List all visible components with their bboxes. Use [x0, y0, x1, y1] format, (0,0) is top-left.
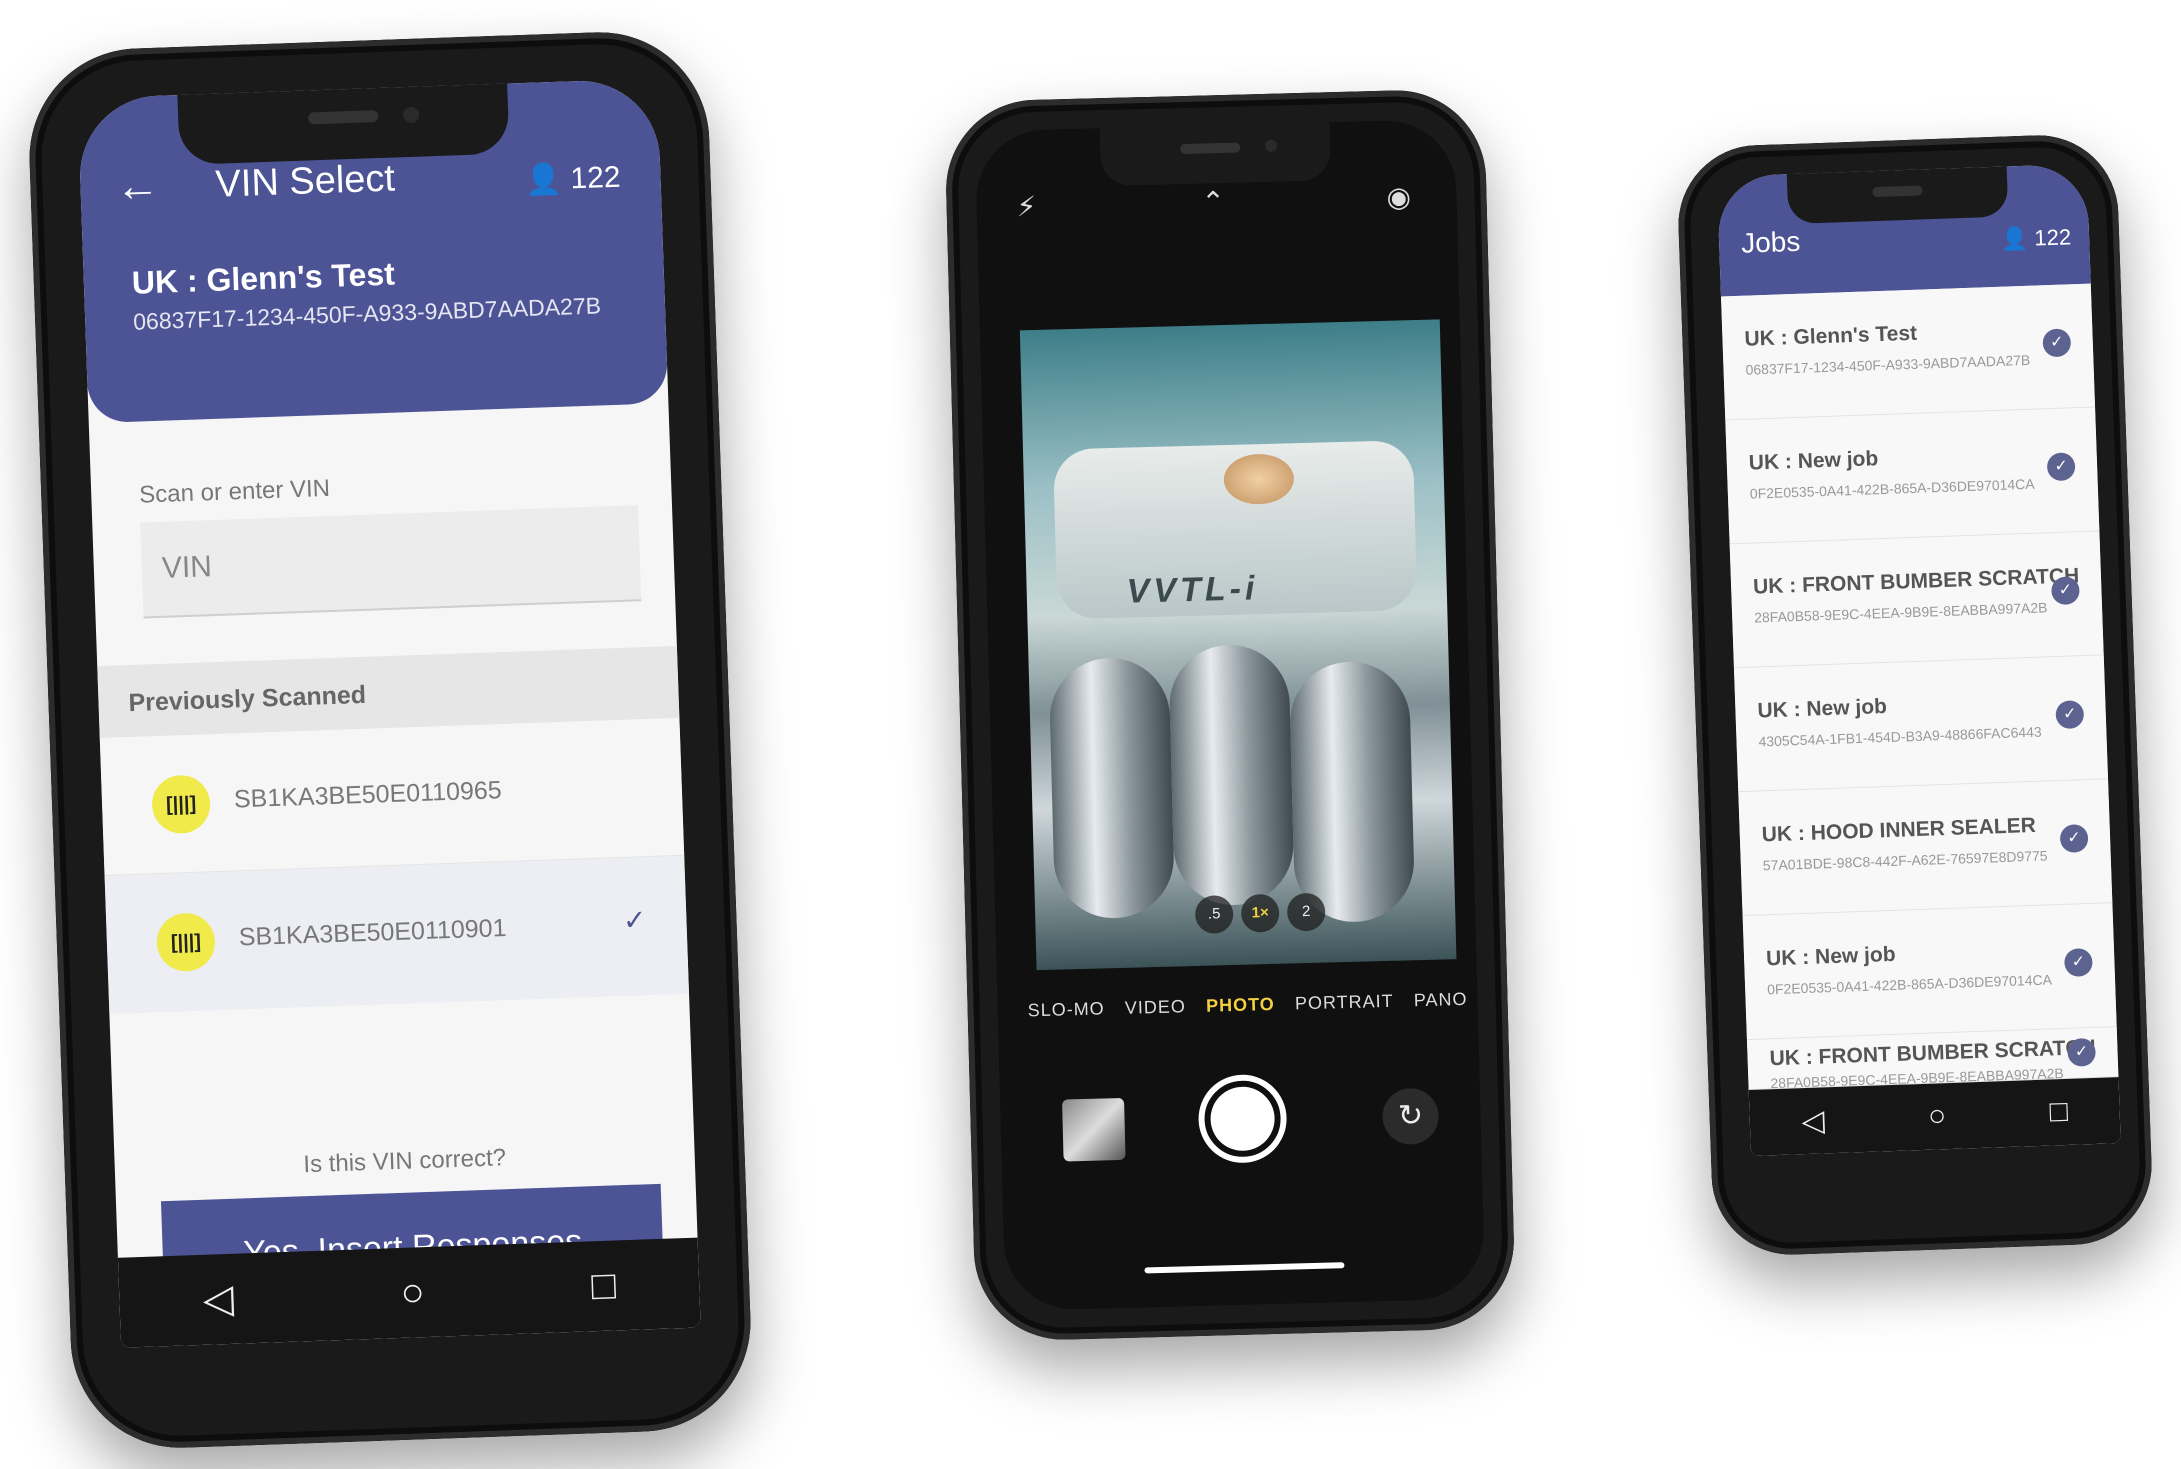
job-item[interactable]: UK : Glenn's Test 06837F17-1234-450F-A93…	[1720, 283, 2096, 421]
mode-video[interactable]: VIDEO	[1125, 996, 1187, 1019]
job-id: 28FA0B58-9E9C-4EEA-9B9E-8EABBA997A2B	[1753, 599, 2048, 626]
check-icon: ✓	[2042, 328, 2072, 358]
shutter-button[interactable]	[1197, 1073, 1288, 1164]
phone-camera: ⚡ ⌃ ◉ VVTL-i .5 1× 2 SLO-MO VIDEO PHOTO …	[943, 88, 1517, 1342]
check-icon: ✓	[2050, 576, 2080, 606]
scan-label: Scan or enter VIN	[138, 474, 331, 509]
confirm-question: Is this VIN correct?	[302, 1144, 507, 1179]
vin-input[interactable]: VIN	[140, 505, 642, 619]
intake-pipe	[1288, 660, 1416, 924]
job-name: UK : New job	[1748, 447, 1879, 475]
nav-recents-icon[interactable]: □	[2049, 1095, 2068, 1130]
job-id: 4305C54A-1FB1-454D-B3A9-48866FAC6443	[1758, 723, 2042, 750]
job-name: UK : Glenn's Test	[1744, 321, 1918, 351]
user-icon: 👤	[2000, 225, 2029, 252]
job-id: 0F2E0535-0A41-422B-865A-D36DE97014CA	[1766, 971, 2053, 998]
job-id: 06837F17-1234-450F-A933-9ABD7AADA27B	[1745, 351, 2031, 378]
job-item[interactable]: UK : FRONT BUMBER SCRATCH 28FA0B58-9E9C-…	[1729, 531, 2104, 669]
zoom-selector: .5 1× 2	[1194, 892, 1326, 936]
camera-viewfinder: VVTL-i .5 1× 2	[1019, 319, 1457, 971]
job-id: 57A01BDE-98C8-442F-A62E-76597E8D9775	[1762, 847, 2048, 874]
user-count: 👤 122	[524, 160, 621, 198]
intake-pipe	[1048, 656, 1176, 920]
job-name: UK : New job	[1765, 942, 1896, 971]
flash-icon[interactable]: ⚡	[1016, 190, 1037, 224]
check-icon: ✓	[2046, 452, 2076, 482]
mode-photo[interactable]: PHOTO	[1206, 994, 1275, 1017]
barcode-icon: [|||]	[151, 774, 212, 835]
user-count-value: 122	[2033, 224, 2072, 251]
last-photo-thumbnail[interactable]	[1062, 1097, 1126, 1162]
user-count-value: 122	[569, 160, 622, 196]
job-name: UK : New job	[1757, 694, 1888, 723]
job-item[interactable]: UK : New job 0F2E0535-0A41-422B-865A-D36…	[1725, 407, 2100, 545]
camera-screen: ⚡ ⌃ ◉ VVTL-i .5 1× 2 SLO-MO VIDEO PHOTO …	[974, 118, 1486, 1312]
back-arrow-icon[interactable]: ←	[115, 161, 161, 213]
job-item[interactable]: UK : New job 4305C54A-1FB1-454D-B3A9-488…	[1733, 655, 2109, 793]
scanned-item[interactable]: [|||] SB1KA3BE50E0110965	[99, 717, 685, 877]
notch	[177, 83, 510, 165]
camera-top-controls: ⚡ ⌃ ◉	[976, 179, 1457, 252]
user-icon: 👤	[524, 162, 563, 197]
job-item[interactable]: UK : New job 0F2E0535-0A41-422B-865A-D36…	[1742, 903, 2117, 1041]
zoom-option[interactable]: .5	[1194, 894, 1234, 934]
zoom-option[interactable]: 2	[1286, 892, 1326, 932]
job-id: 0F2E0535-0A41-422B-865A-D36DE97014CA	[1749, 475, 2035, 502]
nav-home-icon[interactable]: ○	[1928, 1099, 1947, 1134]
chevron-up-icon[interactable]: ⌃	[1201, 185, 1225, 219]
phone-jobs: Jobs 👤 122 UK : Glenn's Test 06837F17-12…	[1675, 132, 2155, 1258]
nav-home-icon[interactable]: ○	[400, 1270, 426, 1316]
nav-back-icon[interactable]: ◁	[202, 1276, 234, 1323]
notch	[1099, 122, 1332, 187]
job-item[interactable]: UK : HOOD INNER SEALER 57A01BDE-98C8-442…	[1738, 779, 2113, 917]
android-nav-bar: ◁ ○ □	[117, 1237, 701, 1348]
barcode-icon: [|||]	[155, 912, 216, 973]
scanned-vin: SB1KA3BE50E0110965	[233, 776, 503, 814]
live-photo-icon[interactable]: ◉	[1386, 180, 1411, 214]
mode-portrait[interactable]: PORTRAIT	[1295, 991, 1394, 1015]
scanned-vin: SB1KA3BE50E0110901	[238, 914, 507, 952]
engine-label: VVTL-i	[1126, 569, 1259, 611]
mode-slo-mo[interactable]: SLO-MO	[1027, 998, 1105, 1021]
intake-pipe	[1168, 643, 1295, 907]
check-icon: ✓	[2055, 700, 2085, 730]
job-name: UK : Glenn's Test	[131, 255, 396, 301]
flip-camera-icon[interactable]: ↻	[1381, 1087, 1440, 1146]
job-name: UK : FRONT BUMBER SCRATCH	[1752, 564, 2080, 599]
phone-vin-select: ← VIN Select 👤 122 UK : Glenn's Test 068…	[25, 28, 755, 1452]
job-name: UK : HOOD INNER SEALER	[1761, 813, 2037, 847]
scanned-item[interactable]: [|||] SB1KA3BE50E0110901 ✓	[104, 855, 690, 1014]
page-title: VIN Select	[214, 157, 396, 206]
android-nav-bar: ◁ ○ □	[1748, 1077, 2121, 1157]
notch	[1786, 166, 2009, 225]
camera-modes: SLO-MO VIDEO PHOTO PORTRAIT PANO	[1027, 989, 1467, 1022]
check-icon: ✓	[2059, 824, 2089, 854]
page-title: Jobs	[1740, 225, 1801, 259]
user-count: 👤 122	[2000, 224, 2071, 252]
mode-pano[interactable]: PANO	[1414, 989, 1468, 1011]
nav-back-icon[interactable]: ◁	[1801, 1103, 1825, 1139]
check-icon: ✓	[2067, 1037, 2097, 1067]
jobs-screen: Jobs 👤 122 UK : Glenn's Test 06837F17-12…	[1716, 163, 2121, 1157]
check-icon: ✓	[622, 904, 647, 936]
check-icon: ✓	[2063, 947, 2093, 977]
nav-recents-icon[interactable]: □	[591, 1263, 617, 1309]
zoom-option[interactable]: 1×	[1240, 893, 1280, 933]
vin-select-screen: ← VIN Select 👤 122 UK : Glenn's Test 068…	[77, 78, 701, 1348]
home-indicator[interactable]	[1144, 1262, 1345, 1274]
